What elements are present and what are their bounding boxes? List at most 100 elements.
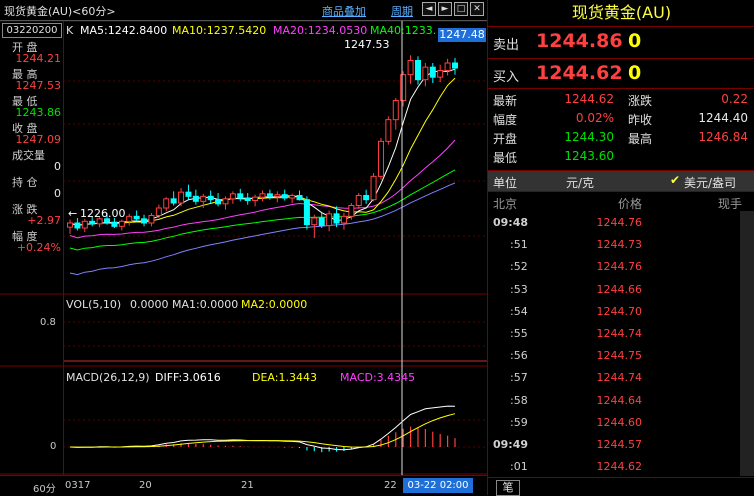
- candle-up: [326, 213, 333, 226]
- bar-info-value: 0: [54, 160, 61, 173]
- tick-header-time: 北京: [493, 197, 518, 211]
- currency-toggle[interactable]: 美元/盎司: [684, 174, 736, 191]
- candle-down: [429, 66, 436, 78]
- stat-value: 0.22: [721, 92, 748, 106]
- close-icon[interactable]: ✕: [470, 2, 484, 16]
- tick-time: :57: [510, 371, 528, 385]
- stat-value: 0.02%: [575, 111, 614, 125]
- candle-up: [377, 140, 384, 177]
- period-label: 60分: [33, 484, 56, 495]
- macd-diff-line: [69, 405, 456, 451]
- tick-row[interactable]: :57 1244.74 0: [488, 371, 748, 387]
- overlay-commodity-link[interactable]: 商品叠加: [322, 3, 366, 19]
- sell-price[interactable]: 1244.86: [536, 30, 623, 52]
- candle-down: [215, 199, 222, 205]
- candle-down: [414, 60, 421, 81]
- candle-up: [200, 195, 207, 202]
- ma40-label: MA40:1233.: [370, 24, 437, 37]
- candle-up: [444, 62, 451, 71]
- k-indicator-label: K: [66, 24, 74, 37]
- bar-info-value: 1244.21: [15, 52, 62, 65]
- period-link[interactable]: 周期: [391, 3, 413, 19]
- tick-row[interactable]: :59 1244.60 0: [488, 415, 748, 432]
- buy-label: 买入: [493, 70, 520, 85]
- time-axis-bar: 60分 0317 20 21 22 03-22 02:00: [0, 475, 487, 496]
- macd-indicator-label: MACD(26,12,9): [66, 371, 150, 384]
- tick-volume: 0: [688, 460, 748, 473]
- tick-volume: 0: [688, 238, 748, 251]
- candle-down: [192, 195, 199, 202]
- bottom-tabs: 笔: [488, 477, 754, 496]
- tick-row[interactable]: :56 1244.75 0: [488, 349, 748, 365]
- quote-panel: 现货黄金(AU) 卖出 1244.86 0 买入 1244.62 0 最新 124…: [487, 0, 754, 496]
- tick-time: :59: [510, 415, 528, 429]
- tick-volume: 0: [688, 394, 748, 407]
- kline-chart[interactable]: [0, 21, 487, 475]
- stat-value: 1246.84: [698, 130, 748, 144]
- candle-up: [355, 195, 362, 206]
- candle-down: [452, 62, 458, 69]
- candle-down: [333, 213, 340, 224]
- stat-label: 幅度: [493, 113, 518, 127]
- candle-up: [289, 195, 296, 199]
- tick-volume: 0: [688, 349, 748, 362]
- vol-ma2-label: MA2:0.0000: [241, 298, 308, 311]
- tick-row[interactable]: :54 1244.70 0: [488, 304, 748, 321]
- stat-value: 1244.30: [564, 130, 614, 144]
- checkmark-icon[interactable]: ✔: [670, 173, 680, 187]
- bar-info-value: +2.97: [27, 214, 61, 227]
- tick-row[interactable]: 09:49 1244.57 0: [488, 438, 748, 454]
- tick-row[interactable]: 09:48 1244.76 0: [488, 216, 748, 232]
- x-tick-label: 21: [241, 480, 254, 491]
- candle-up: [81, 220, 88, 229]
- buy-price[interactable]: 1244.62: [536, 62, 623, 84]
- tick-row[interactable]: :01 1244.62 0: [488, 460, 748, 476]
- tick-price: 1244.74: [596, 371, 643, 385]
- candle-down: [74, 222, 81, 229]
- bar-info-value: 1247.09: [15, 133, 62, 146]
- candle-up: [148, 215, 155, 224]
- candle-up: [400, 74, 407, 102]
- tick-row[interactable]: :51 1244.73 0: [488, 238, 748, 254]
- unit-label: 单位: [493, 176, 518, 190]
- vol-value: 0.0000: [130, 298, 169, 311]
- candle-up: [163, 198, 170, 209]
- x-tick-label: 20: [139, 480, 152, 491]
- tick-volume: 0: [688, 371, 748, 384]
- tick-row[interactable]: :52 1244.76 0: [488, 260, 748, 276]
- stat-label: 昨收: [628, 113, 653, 127]
- window-title: 现货黄金(AU)<60分>: [4, 5, 116, 18]
- tick-price: 1244.70: [596, 304, 643, 318]
- candle-down: [281, 194, 288, 199]
- stat-value: 1243.60: [564, 149, 614, 163]
- tick-scrollbar[interactable]: [740, 211, 754, 476]
- maximize-icon[interactable]: □: [454, 2, 468, 16]
- stat-value: 1244.40: [698, 111, 748, 125]
- low-price-label: 1226.00: [80, 207, 126, 220]
- candle-down: [318, 217, 325, 226]
- next-arrow-icon[interactable]: ►: [438, 2, 452, 16]
- tick-price: 1244.74: [596, 327, 643, 340]
- tab-trades[interactable]: 笔: [496, 480, 520, 496]
- candle-up: [118, 220, 125, 227]
- candle-up: [229, 193, 236, 200]
- tick-time: :54: [510, 304, 528, 318]
- candle-up: [437, 70, 444, 78]
- tick-row[interactable]: :58 1244.64 0: [488, 393, 748, 410]
- instrument-title: 现货黄金(AU): [488, 0, 754, 27]
- candle-up: [126, 215, 133, 222]
- macd-value-label: MACD:3.4345: [340, 371, 416, 384]
- tick-time: :58: [510, 393, 528, 407]
- sell-volume: 0: [628, 30, 642, 52]
- macd-plot: [69, 405, 456, 453]
- prev-arrow-icon[interactable]: ◄: [422, 2, 436, 16]
- tick-row[interactable]: :53 1244.66 0: [488, 283, 748, 299]
- candle-down: [244, 197, 251, 201]
- ma5-line: [69, 68, 456, 227]
- candle-up: [348, 205, 355, 217]
- ma10-label: MA10:1237.5420: [172, 24, 267, 37]
- tick-price: 1244.60: [596, 415, 643, 429]
- x-tick-label: 22: [384, 480, 397, 491]
- tick-row[interactable]: :55 1244.74 0: [488, 327, 748, 343]
- tick-time: :51: [510, 238, 528, 252]
